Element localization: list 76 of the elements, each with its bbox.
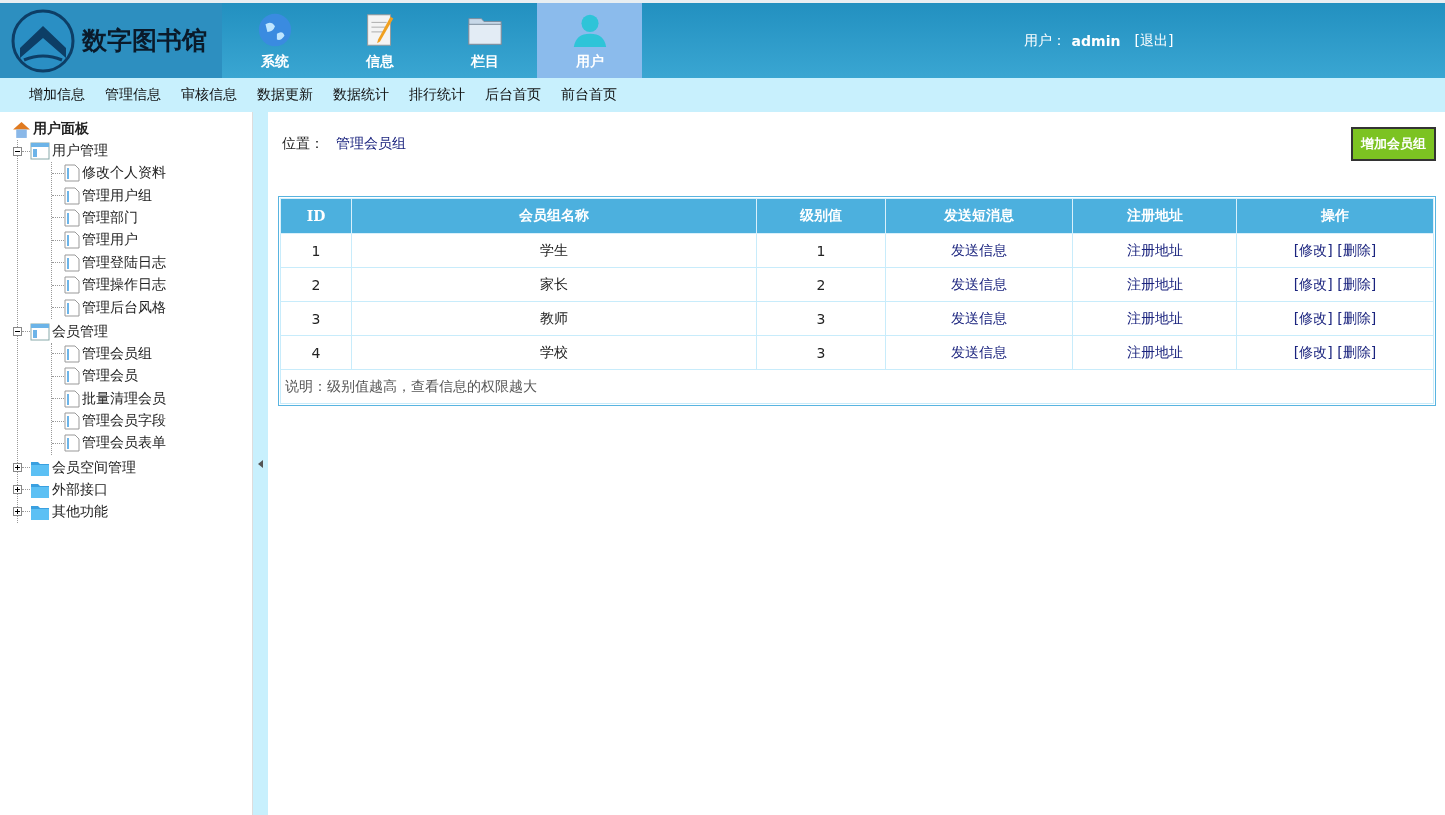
logo-icon — [10, 7, 76, 74]
tree-item[interactable]: 管理登陆日志 — [82, 253, 166, 272]
user-label: 用户： — [1023, 31, 1066, 50]
table-cell: 教师 — [351, 301, 757, 336]
menu-link[interactable]: 增加信息 — [29, 86, 85, 104]
menu-link[interactable]: 排行统计 — [409, 86, 465, 104]
edit-link[interactable]: [修改] — [1293, 241, 1333, 258]
tree-item[interactable]: 批量清理会员 — [82, 389, 166, 408]
send-message-link[interactable]: 发送信息 — [951, 343, 1007, 360]
expand-toggle[interactable] — [13, 485, 22, 495]
register-link[interactable]: 注册地址 — [1126, 241, 1183, 258]
panel-title: 用户面板 — [33, 120, 89, 138]
delete-link[interactable]: [删除] — [1337, 309, 1377, 326]
tree-item[interactable]: 修改个人资料 — [82, 164, 166, 183]
delete-link[interactable]: [删除] — [1337, 275, 1377, 292]
table-note: 说明：级别值越高，查看信息的权限越大 — [285, 377, 537, 394]
breadcrumb-link[interactable]: 管理会员组 — [336, 135, 406, 153]
tree-item[interactable]: 管理用户组 — [82, 186, 152, 205]
tree-item[interactable]: 会员空间管理 — [52, 458, 136, 477]
tree-item[interactable]: 其他功能 — [52, 502, 108, 521]
menu-link[interactable]: 管理信息 — [105, 86, 161, 104]
expand-toggle[interactable] — [13, 463, 22, 473]
menu-link[interactable]: 后台首页 — [485, 86, 541, 104]
menu-link[interactable]: 审核信息 — [181, 86, 237, 104]
column-header: 注册地址 — [1072, 198, 1237, 234]
table-cell: 2 — [756, 267, 886, 302]
table-cell: 3 — [756, 301, 886, 336]
menu-link[interactable]: 前台首页 — [561, 86, 617, 104]
logo-title: 数字图书馆 — [82, 25, 207, 57]
menu-link[interactable]: 数据更新 — [257, 86, 313, 104]
table-cell: 学校 — [351, 335, 757, 370]
window-icon — [30, 142, 50, 160]
tree-item[interactable]: 管理部门 — [82, 208, 138, 227]
table-cell: 2 — [280, 267, 352, 302]
window-icon — [30, 322, 50, 341]
tree-item[interactable]: 管理后台风格 — [82, 298, 166, 317]
tree-item[interactable]: 管理会员 — [82, 367, 138, 386]
register-link[interactable]: 注册地址 — [1126, 309, 1183, 326]
table-cell: 3 — [280, 301, 352, 336]
table-cell: 4 — [280, 335, 352, 370]
register-link[interactable]: 注册地址 — [1126, 275, 1183, 292]
home-icon — [12, 119, 31, 139]
table-cell: 学生 — [351, 233, 757, 268]
column-header: 发送短消息 — [885, 198, 1073, 234]
menu-link[interactable]: 数据统计 — [333, 86, 389, 104]
table-cell: 家长 — [351, 267, 757, 302]
send-message-link[interactable]: 发送信息 — [951, 275, 1007, 292]
column-header: 操作 — [1236, 198, 1434, 234]
table-cell: 1 — [280, 233, 352, 268]
send-message-link[interactable]: 发送信息 — [951, 241, 1007, 258]
register-link[interactable]: 注册地址 — [1126, 343, 1183, 360]
expand-toggle[interactable] — [13, 327, 22, 337]
tree-item[interactable]: 管理会员字段 — [82, 412, 166, 431]
tree-item[interactable]: 用户管理 — [52, 142, 108, 160]
collapse-arrow-icon — [258, 459, 263, 468]
column-header: 级别值 — [756, 198, 886, 234]
expand-toggle[interactable] — [13, 146, 22, 156]
delete-link[interactable]: [删除] — [1337, 343, 1377, 360]
breadcrumb-label: 位置： — [282, 135, 324, 153]
column-header: 会员组名称 — [351, 198, 757, 234]
tree-item[interactable]: 会员管理 — [52, 322, 108, 341]
tree-item[interactable]: 外部接口 — [52, 480, 108, 499]
column-header: ID — [280, 198, 352, 234]
tree-item[interactable]: 管理会员表单 — [82, 434, 166, 453]
edit-link[interactable]: [修改] — [1293, 309, 1333, 326]
edit-link[interactable]: [修改] — [1293, 275, 1333, 292]
tree-item[interactable]: 管理用户 — [82, 231, 138, 250]
send-message-link[interactable]: 发送信息 — [951, 309, 1007, 326]
user-name: admin — [1071, 32, 1121, 49]
tree-item[interactable]: 管理会员组 — [82, 344, 152, 363]
edit-link[interactable]: [修改] — [1293, 343, 1333, 360]
table-cell: 3 — [756, 335, 886, 370]
delete-link[interactable]: [删除] — [1337, 241, 1377, 258]
table-cell: 1 — [756, 233, 886, 268]
tree-item[interactable]: 管理操作日志 — [82, 276, 166, 295]
expand-toggle[interactable] — [13, 507, 22, 517]
